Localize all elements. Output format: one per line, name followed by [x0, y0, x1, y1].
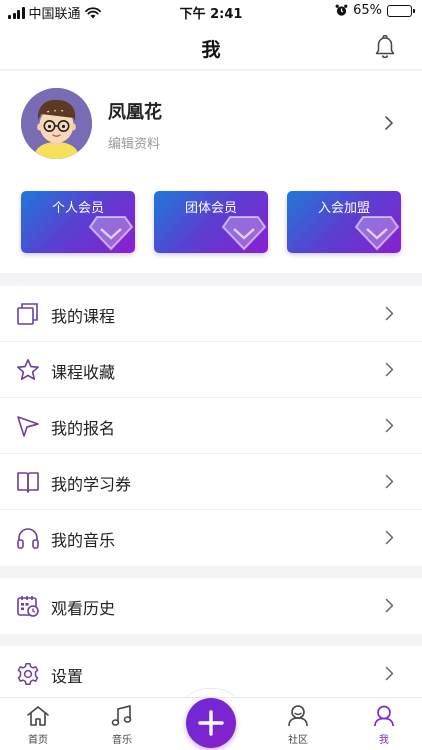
status-bar: 中国联通 下午 2:41 65%: [0, 0, 422, 24]
tab-music[interactable]: 音乐: [86, 698, 156, 750]
chevron-right-icon: [385, 598, 394, 613]
tab-label: 社区: [288, 735, 308, 746]
tab-label: 我: [379, 735, 389, 746]
gear-icon: [17, 663, 39, 685]
headphones-icon: [17, 528, 39, 549]
chevron-right-icon[interactable]: [384, 115, 394, 131]
menu-item-course-favorites[interactable]: 课程收藏: [0, 342, 422, 398]
tab-community[interactable]: 社区: [262, 698, 332, 750]
menu-item-watch-history[interactable]: 观看历史: [0, 578, 422, 634]
join-franchise-card[interactable]: 入会加盟: [287, 191, 401, 253]
star-icon: [17, 359, 39, 380]
status-right: 65%: [335, 3, 415, 18]
menu-item-label: 我的音乐: [51, 531, 116, 550]
alarm-icon: [335, 4, 348, 16]
book-icon: [17, 303, 38, 325]
open-book-icon: [17, 472, 39, 493]
user-icon: [374, 705, 394, 727]
personal-member-card[interactable]: 个人会员: [21, 191, 135, 253]
community-icon: [288, 705, 308, 727]
diamond-icon: [89, 216, 133, 251]
battery-icon: [387, 4, 415, 17]
user-name: 凤凰花: [108, 102, 162, 123]
bell-icon[interactable]: [374, 35, 396, 59]
plus-icon: [198, 710, 224, 736]
avatar[interactable]: [21, 88, 92, 159]
chevron-right-icon: [385, 666, 394, 681]
chevron-right-icon: [385, 530, 394, 545]
tab-label: 音乐: [112, 735, 132, 746]
music-note-icon: [111, 705, 132, 726]
group-member-card[interactable]: 团体会员: [154, 191, 268, 253]
add-button[interactable]: [186, 698, 236, 748]
menu-item-my-music[interactable]: 我的音乐: [0, 510, 422, 566]
battery-percent: 65%: [353, 3, 382, 18]
menu-group-main: 我的课程 课程收藏 我的报名 我的学习券 我的音乐: [0, 286, 422, 566]
member-cards: 个人会员 团体会员 入会加盟: [0, 191, 422, 253]
menu-item-label: 课程收藏: [51, 363, 116, 382]
page-title: 我: [201, 39, 221, 61]
chevron-right-icon: [385, 474, 394, 489]
nav-bar: 我: [0, 24, 422, 70]
menu-item-label: 设置: [51, 667, 84, 686]
diamond-icon: [355, 216, 399, 251]
calendar-clock-icon: [17, 596, 39, 617]
menu-item-my-vouchers[interactable]: 我的学习券: [0, 454, 422, 510]
tab-label: 首页: [28, 735, 48, 746]
menu-item-my-registrations[interactable]: 我的报名: [0, 398, 422, 454]
menu-item-my-courses[interactable]: 我的课程: [0, 286, 422, 342]
home-icon: [27, 706, 49, 726]
menu-item-label: 观看历史: [51, 599, 116, 618]
tab-home[interactable]: 首页: [2, 698, 72, 750]
edit-profile-link[interactable]: 编辑资料: [108, 133, 160, 152]
profile-card: 凤凰花 编辑资料 个人会员 团体会员 入会加盟: [0, 71, 422, 273]
diamond-icon: [222, 216, 266, 251]
chevron-right-icon: [385, 362, 394, 377]
paper-plane-icon: [17, 416, 39, 437]
menu-group-history: 观看历史: [0, 578, 422, 634]
tab-me[interactable]: 我: [348, 698, 418, 750]
menu-item-label: 我的学习券: [51, 475, 132, 494]
menu-item-label: 我的课程: [51, 307, 116, 326]
chevron-right-icon: [385, 418, 394, 433]
menu-item-label: 我的报名: [51, 419, 116, 438]
avatar-illustration: [21, 88, 92, 159]
chevron-right-icon: [385, 306, 394, 321]
